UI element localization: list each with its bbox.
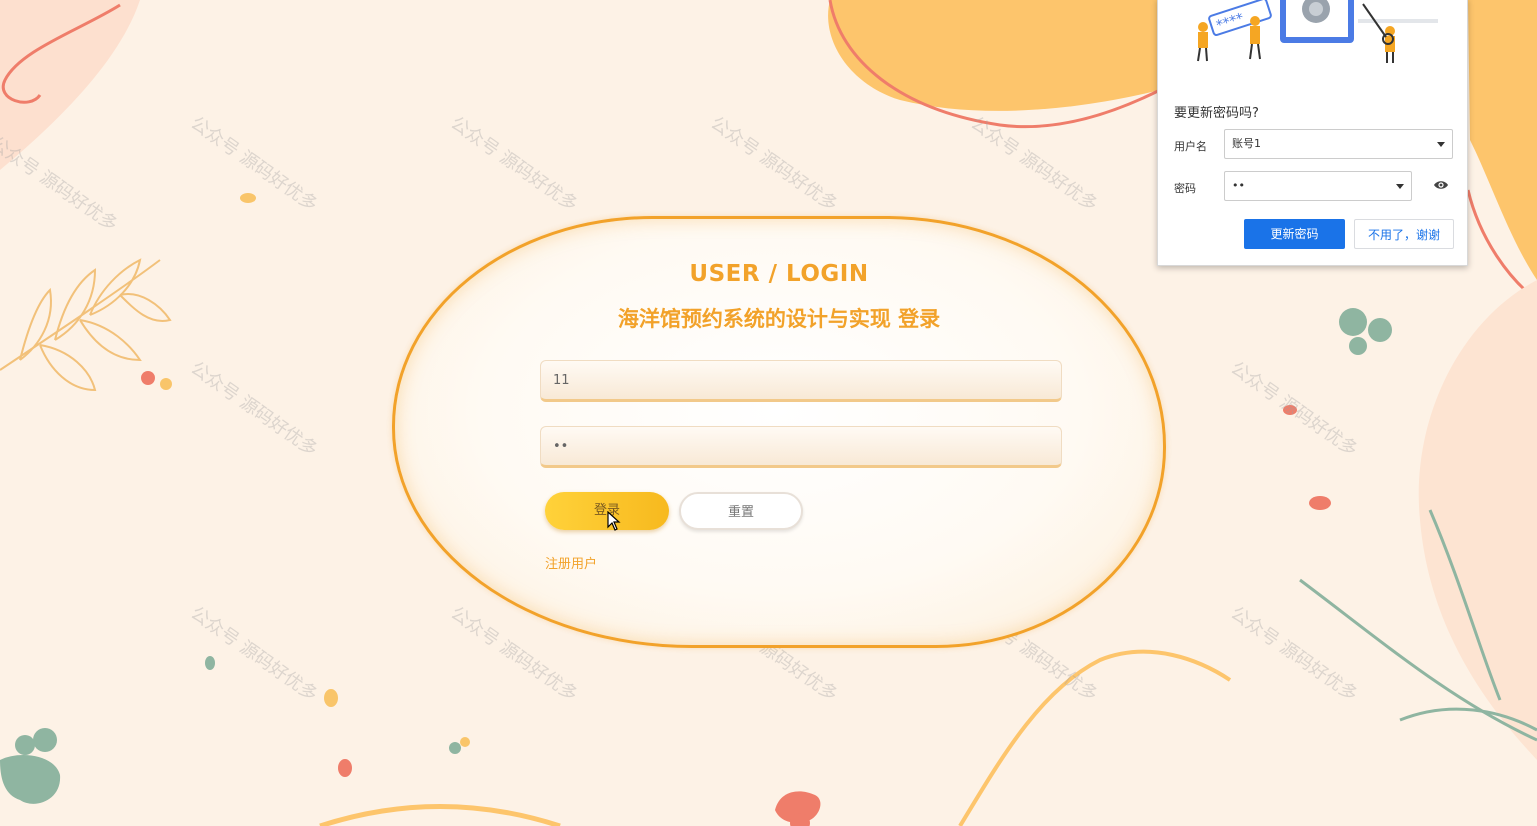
- eye-icon[interactable]: [1433, 179, 1449, 191]
- login-title-cn: 海洋馆预约系统的设计与实现 登录: [617, 307, 941, 331]
- password-input[interactable]: ••: [540, 426, 1062, 468]
- popup-title: 要更新密码吗?: [1174, 106, 1259, 121]
- no-thanks-button[interactable]: 不用了，谢谢: [1354, 219, 1454, 249]
- reset-button[interactable]: 重置: [679, 492, 803, 530]
- popup-password-select[interactable]: ••: [1224, 171, 1412, 201]
- password-update-popup: **** 要更新密码吗? 用户名 账号1 密码 •• 更新密码 不用了，谢谢: [1157, 0, 1468, 266]
- username-input[interactable]: 11: [540, 360, 1062, 402]
- popup-username-value: 账号1: [1232, 137, 1261, 150]
- mouse-cursor-icon: [607, 511, 621, 531]
- popup-password-label: 密码: [1174, 182, 1196, 195]
- password-illustration-icon: ****: [1197, 0, 1438, 63]
- register-link[interactable]: 注册用户: [545, 553, 597, 572]
- chevron-down-icon: [1396, 184, 1404, 189]
- chevron-down-icon: [1437, 142, 1445, 147]
- popup-password-value: ••: [1232, 179, 1245, 192]
- login-title-en: USER / LOGIN: [689, 261, 869, 287]
- popup-username-select[interactable]: 账号1: [1224, 129, 1453, 159]
- popup-username-label: 用户名: [1174, 140, 1207, 153]
- login-card: USER / LOGIN 海洋馆预约系统的设计与实现 登录 11 •• 登录 重…: [392, 216, 1166, 648]
- update-password-button[interactable]: 更新密码: [1244, 219, 1345, 249]
